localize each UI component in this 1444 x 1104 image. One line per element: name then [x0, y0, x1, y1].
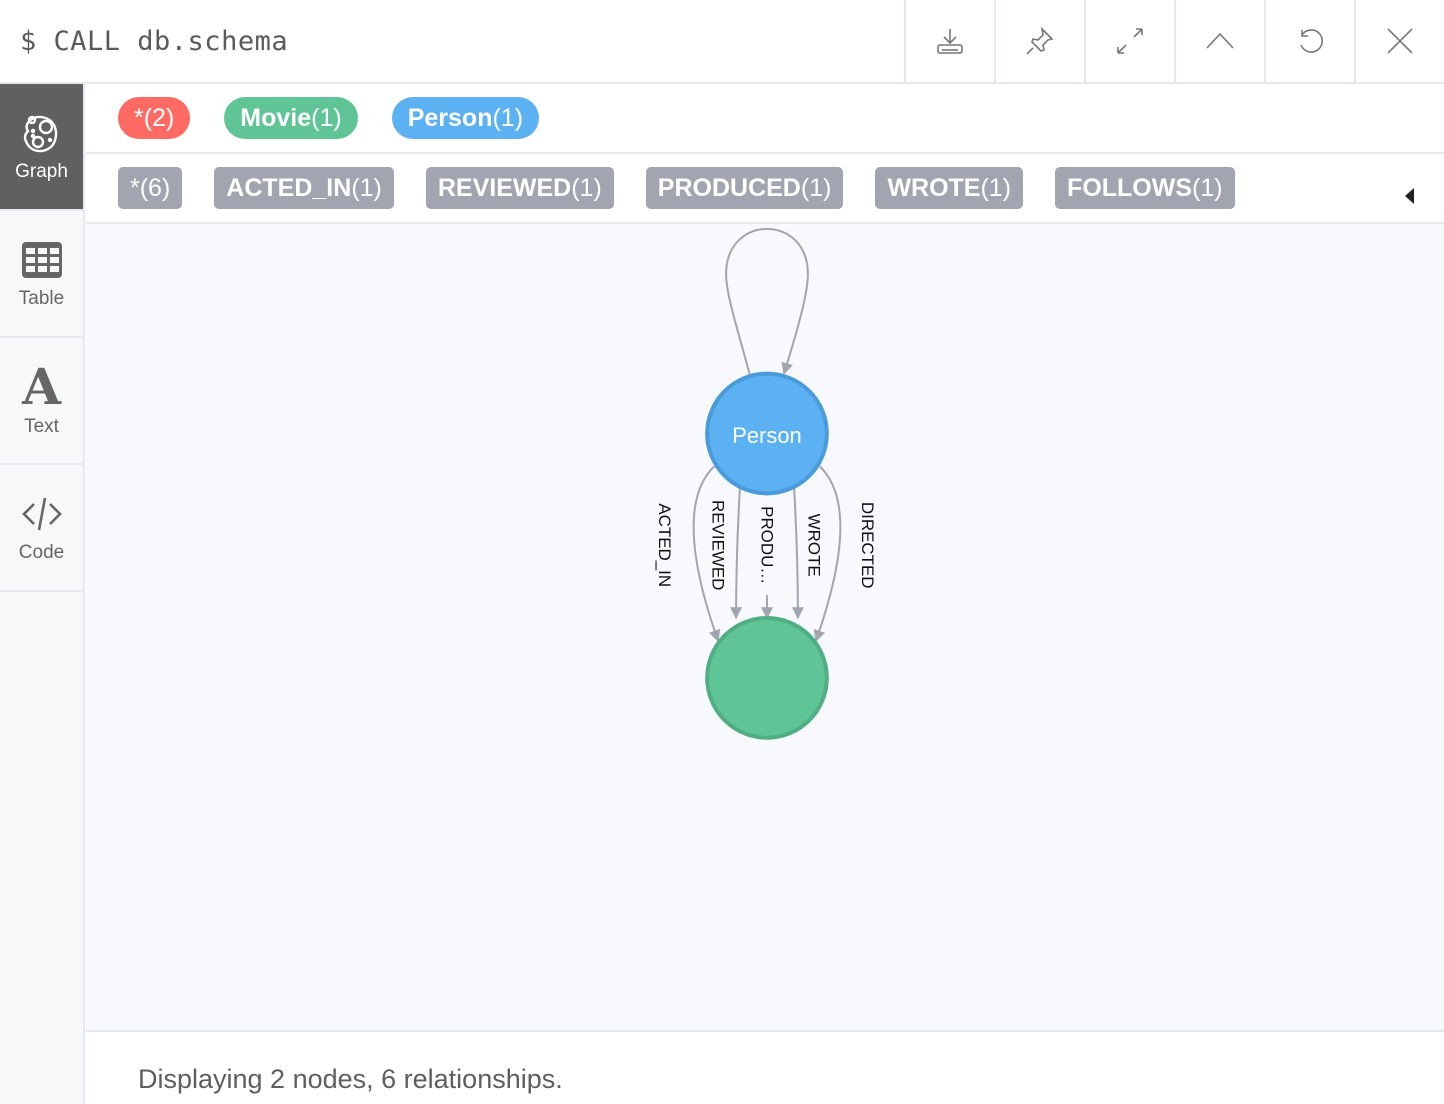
download-icon — [937, 29, 963, 54]
refresh-icon — [1300, 29, 1323, 53]
node-label-pill[interactable]: Movie (1) — [224, 97, 358, 139]
relationship-name: * — [130, 173, 140, 202]
relationship-label: DIRECTED — [858, 502, 877, 589]
query-command[interactable]: $ CALL db.schema — [20, 26, 288, 57]
sidebar-item-text[interactable]: A Text — [0, 338, 83, 465]
sidebar-item-label: Table — [18, 287, 65, 309]
relationship-label: WROTE — [804, 514, 823, 577]
relationship-label: ACTED_IN — [655, 503, 674, 587]
node-labels-bar: * (2) Movie (1) Person (1) — [86, 84, 1444, 154]
relationship-type-tag[interactable]: PRODUCED (1) — [645, 167, 844, 209]
relationship-name: WROTE — [887, 173, 981, 202]
frame-header: $ CALL db.schema — [0, 0, 1444, 84]
code-icon — [21, 497, 62, 530]
label-count: (1) — [492, 103, 524, 132]
fullscreen-button[interactable] — [1084, 0, 1174, 82]
frame-toolbar — [904, 0, 1444, 82]
relationship-follows[interactable] — [725, 228, 809, 376]
close-icon — [1387, 28, 1413, 54]
relationship-type-tag[interactable]: WROTE (1) — [875, 167, 1024, 209]
label-count: (1) — [311, 103, 342, 132]
relationship-count: (6) — [139, 173, 171, 202]
sidebar-item-graph[interactable]: Graph — [0, 84, 83, 211]
status-bar: Displaying 2 nodes, 6 relationships. — [86, 1034, 1444, 1104]
node-caption: Person — [732, 423, 802, 448]
graph-icon — [23, 115, 57, 152]
rerun-button[interactable] — [1264, 0, 1354, 82]
relationship-type-tag[interactable]: FOLLOWS (1) — [1055, 167, 1235, 209]
relationship-label: REVIEWED — [709, 500, 728, 590]
relationship-count: (1) — [351, 173, 382, 202]
graph-canvas[interactable]: ACTED_IN REVIEWED PRODU… WROTE DIRECTED Pers… — [86, 224, 1444, 1032]
pin-button[interactable] — [994, 0, 1084, 82]
sidebar-item-table[interactable]: Table — [0, 211, 83, 338]
label-name: * — [134, 103, 144, 132]
pin-icon — [1026, 26, 1054, 55]
chevron-up-icon — [1206, 32, 1234, 49]
expand-icon — [1117, 28, 1143, 54]
relationship-count: (1) — [1192, 173, 1223, 202]
graph-visualization[interactable]: ACTED_IN REVIEWED PRODU… WROTE DIRECTED Pers… — [86, 224, 1444, 1030]
relationship-name: FOLLOWS — [1067, 173, 1193, 202]
label-name: Person — [407, 103, 493, 132]
relationship-edge[interactable] — [730, 485, 743, 620]
sidebar-item-label: Text — [24, 415, 59, 437]
status-text: Displaying 2 nodes, 6 relationships. — [138, 1064, 563, 1094]
relationship-count: (1) — [800, 173, 832, 202]
table-icon — [21, 241, 62, 278]
relationship-count: (1) — [571, 173, 602, 202]
download-button[interactable] — [904, 0, 994, 82]
node-label-pill[interactable]: * (2) — [118, 97, 191, 139]
label-name: Movie — [240, 103, 312, 132]
collapse-button[interactable] — [1174, 0, 1264, 82]
relationship-label: PRODU… — [757, 506, 776, 584]
text-icon: A — [22, 356, 61, 416]
sidebar-item-label: Code — [18, 541, 65, 563]
relationship-type-tag[interactable]: ACTED_IN (1) — [214, 167, 394, 209]
relationship-type-tag[interactable]: * (6) — [118, 167, 183, 209]
relationship-name: PRODUCED — [657, 173, 801, 202]
label-count: (2) — [143, 103, 175, 132]
view-sidebar: Graph Table A Text Code — [0, 84, 85, 1104]
result-panel: * (2) Movie (1) Person (1) * (6) ACTED_IN (1) REV… — [86, 84, 1444, 1104]
sidebar-item-code[interactable]: Code — [0, 465, 83, 592]
relationship-types-bar: * (6) ACTED_IN (1) REVIEWED (1) PRODUCED (1) WRO… — [86, 154, 1444, 224]
sidebar-item-label: Graph — [15, 160, 68, 182]
relationship-count: (1) — [980, 173, 1012, 202]
node-movie[interactable] — [705, 616, 829, 740]
close-button[interactable] — [1354, 0, 1444, 82]
caret-left-icon[interactable] — [1405, 188, 1414, 204]
relationship-name: REVIEWED — [437, 173, 572, 202]
relationship-type-tag[interactable]: REVIEWED (1) — [425, 167, 614, 209]
relationship-name: ACTED_IN — [226, 173, 352, 202]
relationship-edge[interactable] — [791, 485, 804, 620]
node-label-pill[interactable]: Person (1) — [391, 97, 540, 139]
